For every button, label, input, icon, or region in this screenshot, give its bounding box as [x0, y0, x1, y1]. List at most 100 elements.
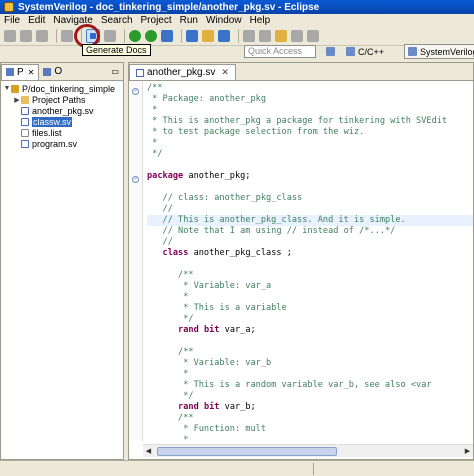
- menu-run[interactable]: Run: [180, 15, 198, 26]
- window-title: SystemVerilog - doc_tinkering_simple/ano…: [18, 1, 320, 13]
- project-icon: [11, 84, 19, 93]
- editor-tabs: another_pkg.sv ✕: [129, 63, 473, 81]
- toolbar-separator: [124, 28, 125, 43]
- save-all-icon[interactable]: [36, 29, 48, 42]
- collapse-icon[interactable]: ▼: [3, 85, 11, 92]
- code-line: // Note that I am using // instead of /*…: [147, 226, 396, 236]
- code-line: /**: [147, 413, 194, 423]
- menu-file[interactable]: File: [4, 15, 20, 26]
- window-titlebar: SystemVerilog - doc_tinkering_simple/ano…: [0, 0, 474, 14]
- menu-project[interactable]: Project: [141, 15, 172, 26]
- back-icon[interactable]: [291, 29, 303, 42]
- perspective-systemverilog[interactable]: SystemVerilog: [404, 44, 474, 59]
- code-line: * This is a random variable var_b, see a…: [147, 380, 432, 390]
- code-area[interactable]: /** * Package: another_pkg * * This is a…: [147, 83, 473, 441]
- cpp-perspective-icon: [346, 47, 355, 56]
- print-icon[interactable]: [61, 29, 73, 42]
- fold-icon[interactable]: −: [132, 176, 139, 183]
- code-line: rand bit var_b;: [178, 402, 256, 412]
- code-line: //: [147, 204, 173, 214]
- search-icon[interactable]: [218, 29, 230, 42]
- menu-window[interactable]: Window: [206, 15, 242, 26]
- code-line: // This is another_pkg_class. And it is …: [147, 215, 473, 226]
- tree-item-classw[interactable]: classw.sv: [1, 116, 123, 127]
- tree-item-project[interactable]: ▼ P/doc_tinkering_simple: [1, 83, 123, 94]
- code-line: *: [147, 369, 189, 379]
- folder-icon: [21, 95, 29, 104]
- tree-item-label: program.sv: [32, 138, 78, 149]
- perspective-cpp[interactable]: C/C++: [346, 44, 384, 59]
- quick-access-input[interactable]: Quick Access: [244, 45, 316, 58]
- sv-file-icon: [21, 106, 29, 115]
- tree-item-label: P/doc_tinkering_simple: [22, 83, 116, 94]
- code-line: * Package: another_pkg: [147, 94, 266, 104]
- project-explorer-panel: P ✕ O ▭ ▼ P/doc_tinkering_simple ▶ Proje…: [0, 62, 124, 460]
- menu-bar: File Edit Navigate Search Project Run Wi…: [0, 14, 474, 26]
- minimize-icon[interactable]: ▭: [111, 67, 119, 76]
- new-icon[interactable]: [4, 29, 16, 42]
- perspective-sv-label: SystemVerilog: [420, 46, 474, 57]
- open-folder-icon[interactable]: [202, 29, 214, 42]
- scrollbar-thumb[interactable]: [157, 447, 337, 456]
- prev-annotation-icon[interactable]: [259, 29, 271, 42]
- menu-edit[interactable]: Edit: [28, 15, 45, 26]
- close-icon[interactable]: ✕: [28, 68, 35, 77]
- scroll-left-icon[interactable]: ◀: [143, 446, 154, 457]
- eclipse-app-icon: [4, 2, 14, 12]
- tree-item-label: Project Paths: [32, 94, 86, 105]
- code-line: */: [147, 391, 194, 401]
- menu-help[interactable]: Help: [250, 15, 271, 26]
- tree-item-project-paths[interactable]: ▶ Project Paths: [1, 94, 123, 105]
- sv-file-icon: [21, 139, 29, 148]
- tab-project-explorer[interactable]: P ✕: [1, 63, 40, 80]
- tree-item-another-pkg[interactable]: another_pkg.sv: [1, 105, 123, 116]
- editor-panel: another_pkg.sv ✕ − − /** * Package: anot…: [128, 62, 474, 460]
- project-explorer-icon: [6, 68, 14, 76]
- code-line: //: [147, 237, 173, 247]
- forward-icon[interactable]: [307, 29, 319, 42]
- sv-perspective-icon: [408, 47, 417, 56]
- tree-item-program[interactable]: program.sv: [1, 138, 123, 149]
- run-icon[interactable]: [145, 29, 157, 42]
- code-line: /**: [147, 270, 194, 280]
- tab-another-pkg[interactable]: another_pkg.sv ✕: [129, 64, 236, 80]
- code-line: *: [147, 435, 189, 441]
- save-icon[interactable]: [20, 29, 32, 42]
- last-edit-icon[interactable]: [275, 29, 287, 42]
- project-tree: ▼ P/doc_tinkering_simple ▶ Project Paths…: [1, 81, 123, 151]
- code-line: * to test package selection from the wiz…: [147, 127, 365, 137]
- expand-icon[interactable]: ▶: [13, 96, 21, 104]
- code-line: * Function: mult: [147, 424, 266, 434]
- code-line: */: [147, 149, 163, 159]
- code-line: */: [147, 314, 194, 324]
- close-icon[interactable]: ✕: [221, 67, 229, 78]
- fold-icon[interactable]: −: [132, 88, 139, 95]
- sv-file-icon: [21, 117, 29, 126]
- new-class-icon[interactable]: [186, 29, 198, 42]
- code-line: * This is another_pkg a package for tink…: [147, 116, 448, 126]
- build-icon[interactable]: [104, 29, 116, 42]
- open-perspective-icon: [326, 47, 335, 56]
- file-icon: [21, 128, 29, 137]
- external-tools-icon[interactable]: [161, 29, 173, 42]
- menu-search[interactable]: Search: [101, 15, 133, 26]
- debug-icon[interactable]: [129, 29, 141, 42]
- generate-docs-tooltip: Generate Docs: [82, 44, 151, 56]
- toolbar-separator: [238, 28, 239, 43]
- tree-item-label: files.list: [32, 127, 62, 138]
- outline-icon: [43, 67, 52, 76]
- horizontal-scrollbar[interactable]: ◀ ▶: [143, 444, 473, 457]
- code-line: package another_pkg;: [147, 171, 251, 181]
- main-toolbar: [0, 26, 474, 46]
- scroll-right-icon[interactable]: ▶: [462, 446, 473, 457]
- status-bar: [0, 460, 474, 476]
- next-annotation-icon[interactable]: [243, 29, 255, 42]
- tab-outline[interactable]: O: [39, 64, 66, 80]
- editor-tab-label: another_pkg.sv: [147, 67, 216, 78]
- left-panel-tabs: P ✕ O ▭: [1, 63, 123, 81]
- code-line: * Variable: var_b: [147, 358, 272, 368]
- open-perspective-button[interactable]: [326, 44, 338, 59]
- tree-item-files-list[interactable]: files.list: [1, 127, 123, 138]
